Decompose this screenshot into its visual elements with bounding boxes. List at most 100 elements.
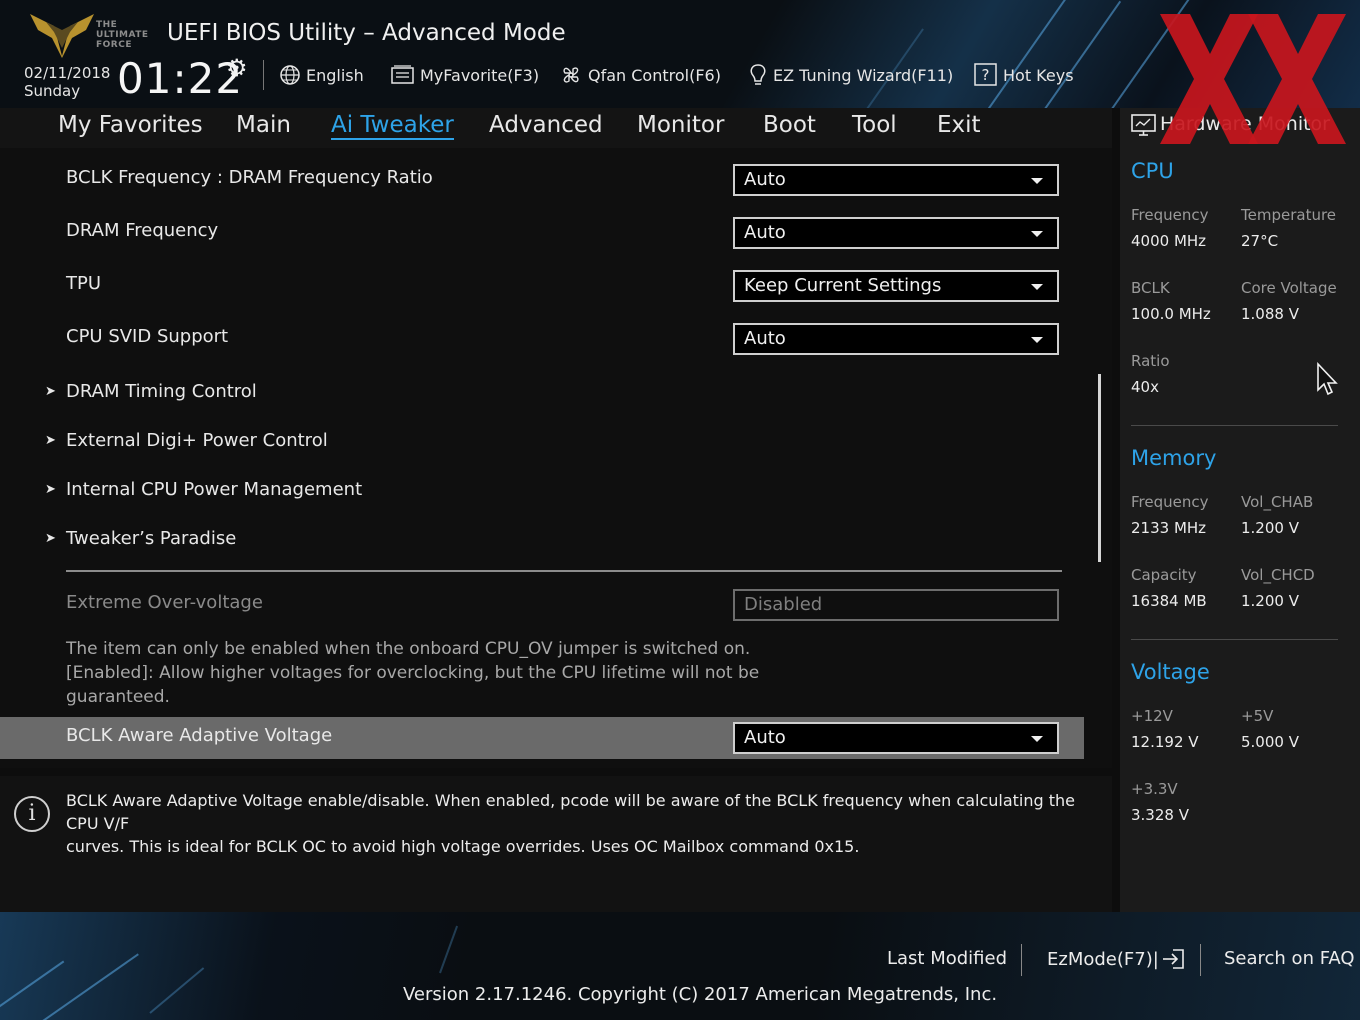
dropdown-caret-icon bbox=[1031, 178, 1043, 184]
submenu-arrow-icon: ➤ bbox=[45, 531, 56, 546]
dropdown-value: Auto bbox=[744, 222, 786, 243]
hw-section-cpu: CPU bbox=[1131, 159, 1174, 183]
tpu-dropdown[interactable]: Keep Current Settings bbox=[733, 270, 1059, 302]
dropdown-caret-icon bbox=[1031, 337, 1043, 343]
voltage-12v-label: +12V bbox=[1131, 707, 1173, 725]
cpu-ratio-label: Ratio bbox=[1131, 352, 1170, 370]
setting-label-dram-frequency: DRAM Frequency bbox=[66, 220, 219, 241]
header-bar: THE ULTIMATE FORCE UEFI BIOS Utility – A… bbox=[0, 0, 1360, 108]
tab-advanced[interactable]: Advanced bbox=[489, 112, 603, 138]
submenu-arrow-icon: ➤ bbox=[45, 482, 56, 497]
tab-exit[interactable]: Exit bbox=[937, 112, 981, 138]
tab-boot[interactable]: Boot bbox=[763, 112, 816, 138]
header-divider bbox=[263, 60, 264, 90]
monitor-icon bbox=[1131, 114, 1156, 136]
svg-text:?: ? bbox=[982, 66, 990, 84]
cpu-core-voltage-value: 1.088 V bbox=[1241, 305, 1299, 323]
language-button[interactable]: English bbox=[279, 62, 364, 88]
myfavorite-label: MyFavorite(F3) bbox=[420, 65, 540, 85]
info-icon: i bbox=[14, 796, 50, 832]
lightbulb-icon bbox=[748, 63, 768, 87]
fan-icon bbox=[559, 63, 583, 87]
dropdown-caret-icon bbox=[1031, 231, 1043, 237]
setting-label-tpu: TPU bbox=[66, 273, 102, 294]
submenu-label: Tweaker’s Paradise bbox=[66, 528, 237, 549]
ez-tuning-wizard-label: EZ Tuning Wizard(F11) bbox=[773, 65, 954, 85]
cpu-frequency-value: 4000 MHz bbox=[1131, 232, 1207, 250]
submenu-label: DRAM Timing Control bbox=[66, 381, 257, 402]
voltage-12v-value: 12.192 V bbox=[1131, 733, 1199, 751]
watermark-logo-icon bbox=[1160, 14, 1346, 144]
search-on-faq-button[interactable]: Search on FAQ bbox=[1224, 948, 1355, 969]
setting-label-cpu-svid-support: CPU SVID Support bbox=[66, 326, 229, 347]
dropdown-caret-icon bbox=[1031, 284, 1043, 290]
info-panel: i BCLK Aware Adaptive Voltage enable/dis… bbox=[0, 776, 1112, 912]
hot-keys-button[interactable]: ? Hot Keys bbox=[974, 62, 1074, 88]
dropdown-value: Auto bbox=[744, 328, 786, 349]
tab-monitor[interactable]: Monitor bbox=[637, 112, 724, 138]
exit-arrow-icon bbox=[1161, 948, 1185, 970]
main-tab-bar: My Favorites Main Ai Tweaker Advanced Mo… bbox=[0, 108, 1112, 148]
last-modified-button[interactable]: Last Modified bbox=[887, 948, 1007, 969]
mouse-pointer-icon bbox=[1317, 362, 1338, 396]
hw-divider bbox=[1131, 425, 1338, 426]
cpu-svid-support-dropdown[interactable]: Auto bbox=[733, 323, 1059, 355]
dropdown-value: Auto bbox=[744, 169, 786, 190]
date-display: 02/11/2018 bbox=[24, 64, 111, 82]
question-box-icon: ? bbox=[974, 63, 998, 87]
memory-capacity-label: Capacity bbox=[1131, 566, 1197, 584]
cpu-ratio-value: 40x bbox=[1131, 378, 1159, 396]
footer-bar: Last Modified EzMode(F7)| Search on FAQ … bbox=[0, 912, 1360, 1020]
tab-tool[interactable]: Tool bbox=[852, 112, 897, 138]
extreme-over-voltage-help: The item can only be enabled when the on… bbox=[66, 639, 760, 707]
memory-vol-chcd-label: Vol_CHCD bbox=[1241, 566, 1315, 584]
ezmode-button[interactable]: EzMode(F7)| bbox=[1047, 948, 1185, 970]
dropdown-value: Keep Current Settings bbox=[744, 275, 942, 296]
tab-my-favorites[interactable]: My Favorites bbox=[58, 112, 203, 138]
voltage-3v3-value: 3.328 V bbox=[1131, 806, 1189, 824]
favorite-list-icon bbox=[391, 65, 415, 85]
globe-icon bbox=[279, 64, 301, 86]
hw-section-voltage: Voltage bbox=[1131, 660, 1210, 684]
setting-label-bclk-aware-adaptive-voltage: BCLK Aware Adaptive Voltage bbox=[66, 725, 333, 746]
submenu-label: Internal CPU Power Management bbox=[66, 479, 363, 500]
voltage-3v3-label: +3.3V bbox=[1131, 780, 1178, 798]
info-description: BCLK Aware Adaptive Voltage enable/disab… bbox=[66, 791, 1075, 856]
voltage-5v-label: +5V bbox=[1241, 707, 1274, 725]
cpu-core-voltage-label: Core Voltage bbox=[1241, 279, 1337, 297]
cpu-bclk-label: BCLK bbox=[1131, 279, 1170, 297]
bclk-dram-ratio-dropdown[interactable]: Auto bbox=[733, 164, 1059, 196]
voltage-5v-value: 5.000 V bbox=[1241, 733, 1299, 751]
setting-label-extreme-over-voltage: Extreme Over-voltage bbox=[66, 592, 263, 613]
setting-label-bclk-dram-ratio: BCLK Frequency : DRAM Frequency Ratio bbox=[66, 167, 433, 188]
weekday-display: Sunday bbox=[24, 82, 81, 100]
cpu-temperature-label: Temperature bbox=[1241, 206, 1337, 224]
cpu-bclk-value: 100.0 MHz bbox=[1131, 305, 1211, 323]
ez-tuning-wizard-button[interactable]: EZ Tuning Wizard(F11) bbox=[748, 62, 953, 88]
hot-keys-label: Hot Keys bbox=[1003, 65, 1074, 85]
ezmode-label: EzMode(F7)| bbox=[1047, 948, 1159, 970]
memory-vol-chab-value: 1.200 V bbox=[1241, 519, 1299, 537]
myfavorite-button[interactable]: MyFavorite(F3) bbox=[391, 62, 539, 88]
dram-frequency-dropdown[interactable]: Auto bbox=[733, 217, 1059, 249]
memory-vol-chcd-value: 1.200 V bbox=[1241, 592, 1299, 610]
memory-capacity-value: 16384 MB bbox=[1131, 592, 1207, 610]
footer-divider bbox=[1021, 944, 1022, 976]
tab-main[interactable]: Main bbox=[236, 112, 291, 138]
settings-scrollbar[interactable] bbox=[1098, 374, 1101, 562]
clock-display: 01:22 bbox=[117, 54, 244, 103]
language-label: English bbox=[306, 65, 364, 85]
hw-section-memory: Memory bbox=[1131, 446, 1217, 470]
qfan-control-button[interactable]: Qfan Control(F6) bbox=[559, 62, 721, 88]
gear-icon[interactable]: ⚙ bbox=[226, 54, 248, 82]
qfan-control-label: Qfan Control(F6) bbox=[588, 65, 721, 85]
section-divider bbox=[66, 570, 1062, 572]
app-title: UEFI BIOS Utility – Advanced Mode bbox=[167, 20, 566, 46]
memory-vol-chab-label: Vol_CHAB bbox=[1241, 493, 1314, 511]
bclk-aware-adaptive-voltage-dropdown[interactable]: Auto bbox=[733, 722, 1059, 754]
submenu-label: External Digi+ Power Control bbox=[66, 430, 328, 451]
tab-ai-tweaker[interactable]: Ai Tweaker bbox=[331, 112, 454, 140]
version-copyright: Version 2.17.1246. Copyright (C) 2017 Am… bbox=[403, 984, 998, 1005]
extreme-over-voltage-field: Disabled bbox=[733, 589, 1059, 621]
submenu-arrow-icon: ➤ bbox=[45, 384, 56, 399]
